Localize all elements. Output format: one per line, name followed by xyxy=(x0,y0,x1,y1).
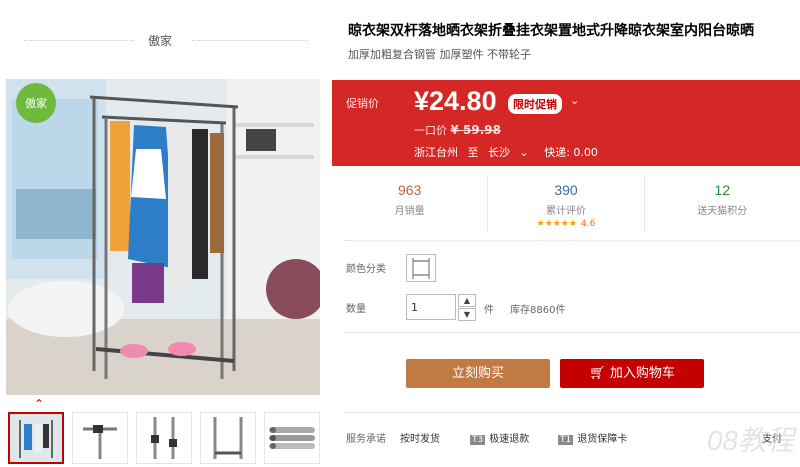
color-option[interactable] xyxy=(406,254,436,282)
stat-label: 累计评价 xyxy=(545,206,586,217)
main-product-image[interactable]: 傲家 xyxy=(6,79,320,395)
promo-label: 促销价 xyxy=(346,97,379,110)
ship-from: 浙江台州 xyxy=(414,146,458,159)
promo-price: ¥24.80 xyxy=(414,86,497,116)
thumbnail-strip xyxy=(8,412,320,464)
t1-badge: T1 xyxy=(558,435,574,445)
stat-monthly-sales: 963 月销量 xyxy=(332,176,487,232)
rating-stars: ★★★★★ 4.6 xyxy=(488,219,643,229)
service-return-card[interactable]: T1 退货保障卡 xyxy=(558,430,627,445)
increment-button[interactable]: ▲ xyxy=(458,294,476,307)
chevron-down-icon: ⌄ xyxy=(519,146,529,159)
promo-banner: 促销价 ¥24.80 限时促销 ⌄ 一口价 ¥ 59.98 浙江台州 至 长沙 … xyxy=(332,80,800,166)
color-label: 颜色分类 xyxy=(346,264,386,275)
service-text: 极速退款 xyxy=(489,434,530,445)
stat-label: 送天猫积分 xyxy=(697,206,748,217)
stats-row: 963 月销量 390 累计评价 ★★★★★ 4.6 12 送天猫积分 xyxy=(332,176,800,232)
shop-name[interactable]: 傲家 xyxy=(148,32,172,49)
service-fast-refund[interactable]: T3 极速退款 xyxy=(470,430,529,445)
product-title: 晾衣架双杆落地晒衣架折叠挂衣架置地式升降晾衣架室内阳台晾晒 xyxy=(348,23,754,39)
shipping-fee: 快递: 0.00 xyxy=(544,146,598,159)
divider xyxy=(344,412,800,413)
stat-label: 月销量 xyxy=(394,206,425,217)
decrement-button[interactable]: ▼ xyxy=(458,308,476,321)
promo-tag: 限时促销 xyxy=(508,94,562,114)
ship-to-select[interactable]: 长沙 ⌄ xyxy=(488,146,535,159)
quantity-input[interactable]: 1 xyxy=(406,294,456,320)
ship-to-label: 至 xyxy=(467,146,479,159)
service-on-time[interactable]: 按时发货 xyxy=(400,430,440,445)
chevron-up-icon[interactable]: ⌃ xyxy=(34,397,44,411)
gallery-panel: 傲家 傲家 ⌃ xyxy=(0,0,330,467)
star-icons: ★★★★★ xyxy=(536,219,577,229)
cart-icon: 🛒︎ xyxy=(589,366,606,381)
t3-badge: T3 xyxy=(470,435,486,445)
thumbnail-2[interactable] xyxy=(72,412,128,464)
original-price: 一口价 ¥ 59.98 xyxy=(414,122,501,138)
chevron-down-icon[interactable]: ⌄ xyxy=(570,94,579,107)
add-to-cart-button[interactable]: 🛒︎ 加入购物车 xyxy=(560,359,704,388)
stat-value: 390 xyxy=(554,182,578,198)
service-label: 服务承诺 xyxy=(346,434,386,445)
divider xyxy=(192,40,308,41)
product-subtitle: 加厚加粗复合钢管 加厚塑件 不带轮子 xyxy=(348,48,531,61)
stat-value: 12 xyxy=(714,182,731,198)
product-info-panel: 晾衣架双杆落地晒衣架折叠挂衣架置地式升降晾衣架室内阳台晾晒 加厚加粗复合钢管 加… xyxy=(330,0,800,467)
divider xyxy=(24,40,134,41)
original-price-label: 一口价 xyxy=(414,124,447,137)
original-price-value: ¥ 59.98 xyxy=(450,123,501,137)
rating-score: 4.6 xyxy=(581,219,596,229)
brand-badge-text: 傲家 xyxy=(25,96,47,110)
buy-now-button[interactable]: 立刻购买 xyxy=(406,359,550,388)
ship-to[interactable]: 长沙 xyxy=(488,146,510,159)
quantity-unit: 件 xyxy=(484,305,494,316)
thumbnail-1[interactable] xyxy=(8,412,64,464)
divider xyxy=(344,240,800,241)
quantity-label: 数量 xyxy=(346,304,366,315)
shipping-info: 浙江台州 至 长沙 ⌄ 快递: 0.00 xyxy=(414,144,604,160)
stock-count: 库存8860件 xyxy=(510,305,566,316)
service-text: 退货保障卡 xyxy=(577,434,628,445)
add-to-cart-label: 加入购物车 xyxy=(609,366,675,381)
stat-value: 963 xyxy=(397,182,422,198)
thumbnail-3[interactable] xyxy=(136,412,192,464)
thumbnail-5[interactable] xyxy=(264,412,320,464)
divider xyxy=(344,332,800,333)
thumbnail-4[interactable] xyxy=(200,412,256,464)
stat-reviews[interactable]: 390 累计评价 ★★★★★ 4.6 xyxy=(487,176,643,232)
stat-points: 12 送天猫积分 xyxy=(643,176,800,232)
watermark: 08教程 xyxy=(706,425,794,456)
